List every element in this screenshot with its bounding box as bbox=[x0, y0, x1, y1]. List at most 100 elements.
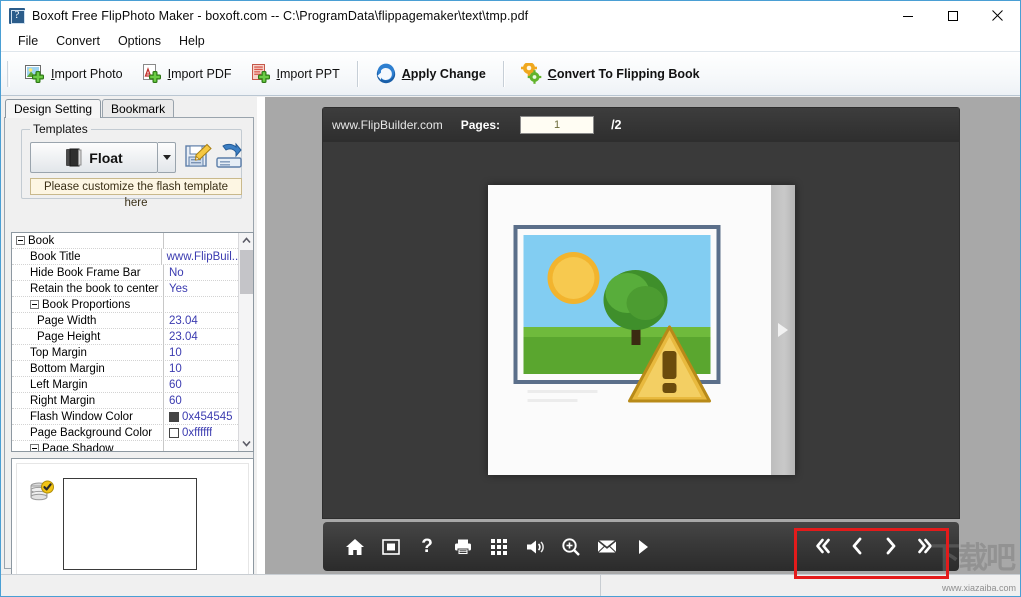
broken-image-placeholder bbox=[502, 215, 757, 445]
total-pages-label: /2 bbox=[611, 118, 622, 132]
convert-to-flipping-book-button[interactable]: Convert To Flipping Book bbox=[512, 58, 709, 90]
minimize-button[interactable] bbox=[885, 1, 930, 30]
previous-page-icon bbox=[852, 537, 862, 555]
property-grid[interactable]: Book Book Title www.FlipBuil... Hide Boo… bbox=[11, 232, 254, 452]
property-grid-scrollbar[interactable] bbox=[238, 233, 253, 451]
menu-item-options[interactable]: Options bbox=[109, 32, 170, 50]
property-value[interactable]: Yes bbox=[164, 281, 188, 297]
table-row[interactable]: Hide Book Frame Bar No bbox=[12, 264, 240, 281]
next-page-button[interactable] bbox=[874, 528, 908, 564]
sound-button[interactable] bbox=[517, 530, 553, 564]
property-value[interactable]: No bbox=[164, 265, 184, 281]
property-value[interactable]: 60 bbox=[164, 393, 182, 409]
import-pdf-button[interactable]: Import PDF bbox=[132, 58, 241, 90]
play-arrow-icon bbox=[777, 323, 788, 337]
convert-icon bbox=[520, 59, 543, 85]
scroll-up-button[interactable] bbox=[239, 233, 253, 248]
menu-item-convert[interactable]: Convert bbox=[47, 32, 109, 50]
property-name: Page Height bbox=[12, 328, 164, 345]
status-bar bbox=[1, 574, 1020, 596]
page-thumbnail-panel[interactable] bbox=[11, 458, 254, 583]
menu-item-file[interactable]: File bbox=[9, 32, 47, 50]
scrollbar-thumb[interactable] bbox=[240, 250, 253, 294]
property-value[interactable]: 23.04 bbox=[164, 329, 198, 345]
home-button[interactable] bbox=[337, 530, 373, 564]
previous-page-button[interactable] bbox=[840, 528, 874, 564]
application-window: Boxoft Free FlipPhoto Maker - boxoft.com… bbox=[0, 0, 1021, 597]
zoom-in-icon bbox=[562, 537, 580, 556]
help-button[interactable]: ? bbox=[409, 530, 445, 564]
share-email-button[interactable] bbox=[589, 530, 625, 564]
table-row[interactable]: Flash Window Color 0x454545 bbox=[12, 408, 240, 425]
property-value[interactable]: 10 bbox=[164, 361, 182, 377]
table-row[interactable]: Right Margin 60 bbox=[12, 392, 240, 409]
zoom-button[interactable] bbox=[553, 530, 589, 564]
auto-flip-button[interactable] bbox=[625, 530, 661, 564]
thumbnails-button[interactable] bbox=[481, 530, 517, 564]
close-button[interactable] bbox=[975, 1, 1020, 30]
window-title: Boxoft Free FlipPhoto Maker - boxoft.com… bbox=[32, 8, 529, 23]
collapse-icon[interactable] bbox=[16, 235, 25, 245]
property-value[interactable]: 10 bbox=[164, 345, 182, 361]
preview-panel: www.FlipBuilder.com Pages: 1 /2 ? bbox=[257, 97, 1020, 575]
table-row[interactable]: Page Width 23.04 bbox=[12, 312, 240, 329]
property-value[interactable]: www.FlipBuil... bbox=[162, 249, 240, 265]
template-dropdown-button[interactable] bbox=[158, 142, 176, 173]
book-page-current[interactable] bbox=[487, 185, 771, 475]
table-row[interactable]: Page Shadow bbox=[12, 440, 240, 451]
print-button[interactable] bbox=[445, 530, 481, 564]
table-row[interactable]: Bottom Margin 10 bbox=[12, 360, 240, 377]
property-value[interactable]: 23.04 bbox=[164, 313, 198, 329]
tab-design-setting[interactable]: Design Setting bbox=[5, 99, 102, 118]
import-photo-button[interactable]: Import Photo bbox=[15, 58, 132, 90]
save-template-button[interactable] bbox=[183, 141, 213, 171]
property-name: Book bbox=[12, 233, 164, 249]
property-value[interactable]: 60 bbox=[164, 377, 182, 393]
sound-icon bbox=[527, 540, 544, 553]
help-icon: ? bbox=[421, 536, 433, 557]
flash-tool-icons: ? bbox=[323, 530, 661, 564]
table-row[interactable]: Retain the book to center Yes bbox=[12, 280, 240, 297]
flash-header: www.FlipBuilder.com Pages: 1 /2 bbox=[323, 108, 959, 142]
property-value-with-swatch[interactable]: 0xffffff bbox=[164, 425, 212, 441]
page-thumbnail[interactable] bbox=[63, 478, 197, 570]
color-swatch bbox=[169, 411, 179, 422]
collapse-icon[interactable] bbox=[30, 443, 39, 451]
pages-label: Pages: bbox=[460, 118, 501, 132]
scroll-down-button[interactable] bbox=[239, 436, 253, 451]
first-page-button[interactable] bbox=[806, 528, 840, 564]
next-page-icon bbox=[886, 537, 896, 555]
template-name: Float bbox=[89, 149, 123, 166]
table-row[interactable]: Book bbox=[12, 233, 240, 249]
book-container[interactable] bbox=[487, 185, 795, 475]
last-page-button[interactable] bbox=[908, 528, 942, 564]
property-name: Book Proportions bbox=[12, 296, 164, 313]
load-template-button[interactable] bbox=[214, 141, 244, 171]
import-ppt-icon bbox=[250, 63, 272, 85]
table-row[interactable]: Page Height 23.04 bbox=[12, 328, 240, 345]
apply-change-label: Apply Change bbox=[401, 66, 486, 81]
home-icon bbox=[346, 538, 364, 555]
collapse-icon[interactable] bbox=[30, 299, 39, 309]
table-row[interactable]: Book Proportions bbox=[12, 296, 240, 313]
toolbar-grip[interactable] bbox=[7, 60, 10, 87]
chevron-up-icon bbox=[242, 237, 251, 244]
apply-change-button[interactable]: Apply Change bbox=[366, 58, 495, 90]
property-value-with-swatch[interactable]: 0x454545 bbox=[164, 409, 233, 425]
main-toolbar: Import Photo Import PDF Import PPT Apply… bbox=[1, 51, 1020, 96]
table-row[interactable]: Page Background Color 0xffffff bbox=[12, 424, 240, 441]
templates-group: Templates Float Please customize the fla… bbox=[21, 122, 244, 209]
table-row[interactable]: Book Title www.FlipBuil... bbox=[12, 248, 240, 265]
page-number-input[interactable]: 1 bbox=[520, 116, 595, 134]
table-row[interactable]: Left Margin 60 bbox=[12, 376, 240, 393]
table-row[interactable]: Top Margin 10 bbox=[12, 344, 240, 361]
menu-item-help[interactable]: Help bbox=[170, 32, 214, 50]
book-page-next[interactable] bbox=[770, 185, 795, 475]
property-value bbox=[164, 233, 169, 249]
tab-bookmark[interactable]: Bookmark bbox=[102, 99, 175, 118]
fullscreen-button[interactable] bbox=[373, 530, 409, 564]
maximize-button[interactable] bbox=[930, 1, 975, 30]
flash-bottom-toolbar: ? bbox=[323, 522, 959, 571]
template-select[interactable]: Float bbox=[30, 142, 158, 173]
import-ppt-button[interactable]: Import PPT bbox=[241, 58, 349, 90]
